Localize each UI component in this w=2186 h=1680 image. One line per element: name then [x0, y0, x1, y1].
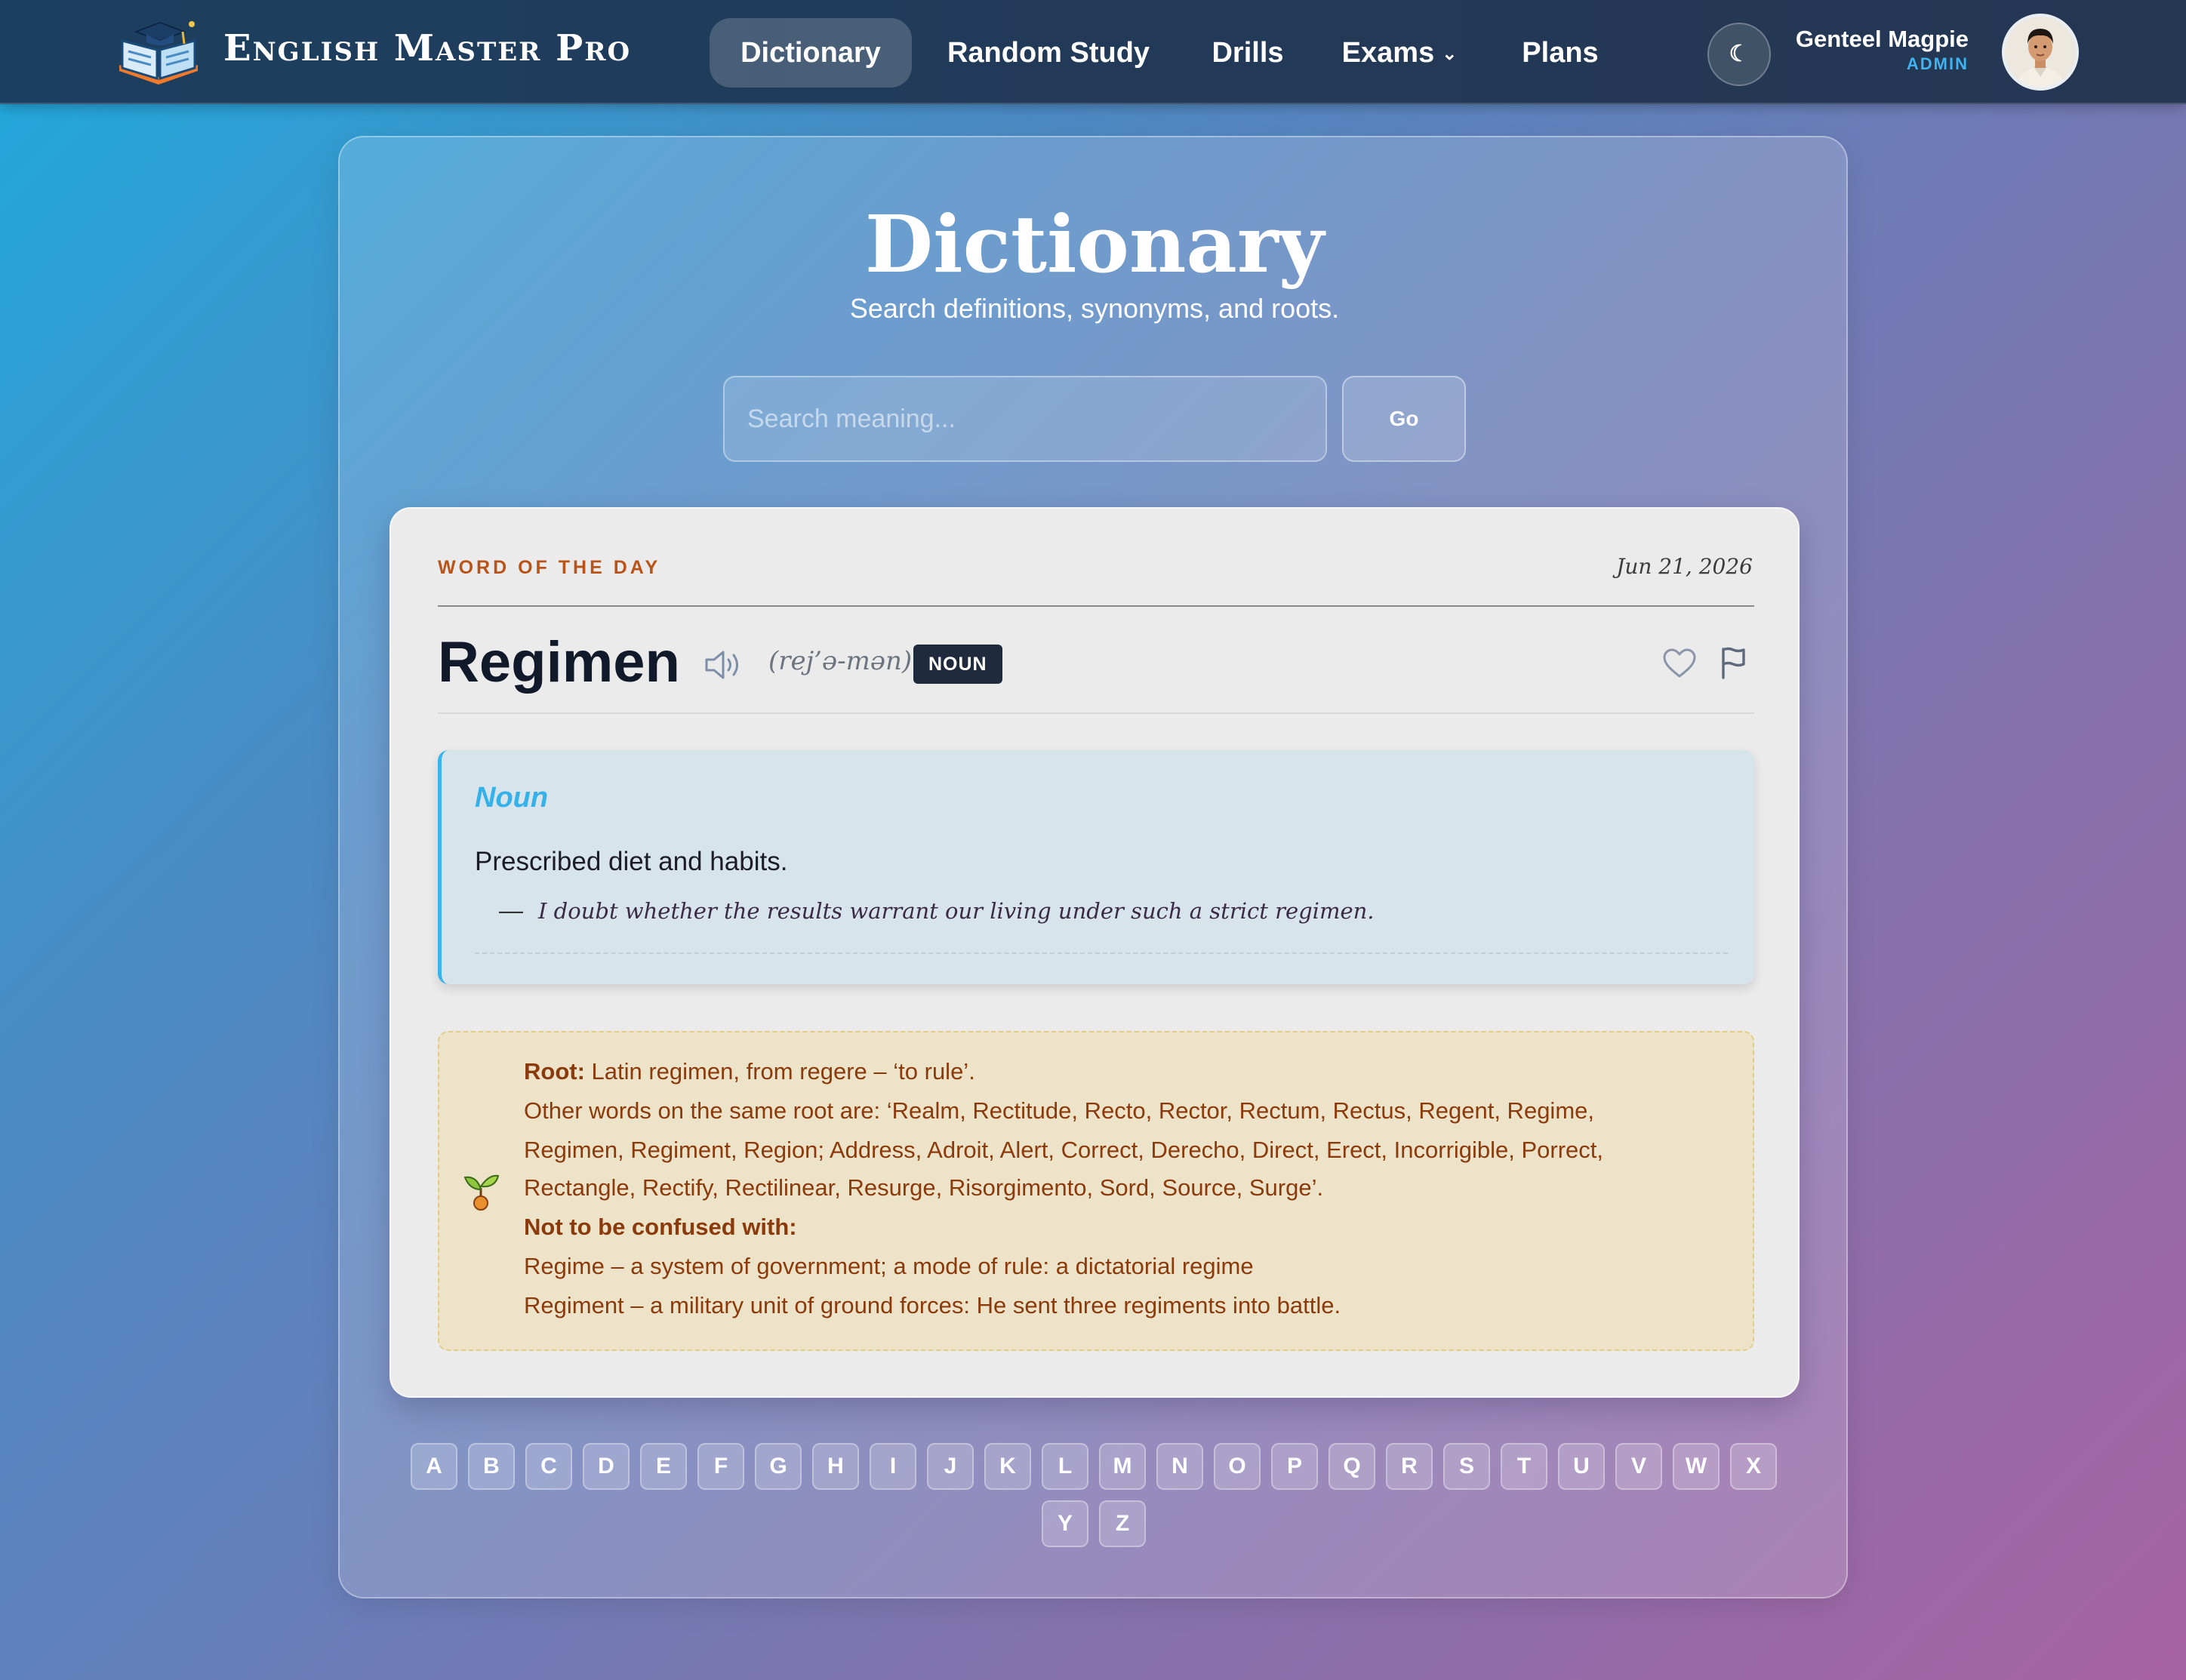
divider [475, 952, 1728, 954]
letter-z[interactable]: Z [1099, 1500, 1146, 1547]
root-text: Latin regimen, from regere – ‘to rule’. [584, 1058, 975, 1085]
sprout-icon [463, 1174, 500, 1211]
letter-y[interactable]: Y [1042, 1500, 1088, 1547]
nav-exams[interactable]: Exams ⌄ [1332, 18, 1467, 88]
confuse-label-text: Not to be confused with: [524, 1214, 797, 1240]
flag-icon[interactable] [1720, 646, 1747, 679]
word-of-the-day-label: WORD OF THE DAY [438, 557, 661, 578]
letter-h[interactable]: H [812, 1443, 859, 1490]
letter-d[interactable]: D [583, 1443, 630, 1490]
letter-q[interactable]: Q [1329, 1443, 1375, 1490]
letter-i[interactable]: I [870, 1443, 916, 1490]
page-subtitle: Search definitions, synonyms, and roots. [849, 293, 1340, 324]
root-etymology-box: Root: Latin regimen, from regere – ‘to r… [438, 1031, 1754, 1351]
nav-random-study[interactable]: Random Study [931, 18, 1165, 88]
related-words-line: Other words on the same root are: ‘Realm… [524, 1097, 1594, 1124]
letter-m[interactable]: M [1099, 1443, 1146, 1490]
example-dash: — [499, 897, 523, 924]
moon-icon: ☾ [1729, 42, 1750, 66]
letter-u[interactable]: U [1558, 1443, 1605, 1490]
nav-exams-label: Exams [1341, 37, 1435, 69]
letter-j[interactable]: J [927, 1443, 974, 1490]
letter-w[interactable]: W [1673, 1443, 1720, 1490]
confuse-label: Not to be confused with: [524, 1214, 797, 1241]
nav-plans[interactable]: Plans [1504, 18, 1617, 88]
root-label: Root: [524, 1058, 585, 1085]
search-input[interactable] [723, 376, 1327, 462]
user-name: Genteel Magpie [1795, 26, 1969, 52]
letter-s[interactable]: S [1443, 1443, 1490, 1490]
page-title: Dictionary [864, 198, 1325, 291]
user-portrait-icon [2005, 17, 2076, 88]
confuse-item: Regime – a system of government; a mode … [524, 1253, 1254, 1279]
letter-f[interactable]: F [697, 1443, 744, 1490]
letter-x[interactable]: X [1730, 1443, 1777, 1490]
letter-v[interactable]: V [1615, 1443, 1662, 1490]
avatar[interactable] [2002, 14, 2079, 91]
divider [438, 712, 1754, 714]
letter-e[interactable]: E [640, 1443, 687, 1490]
book-graduation-cap-icon[interactable] [113, 18, 204, 86]
root-line: Root: Latin regimen, from regere – ‘to r… [524, 1058, 975, 1085]
letter-o[interactable]: O [1214, 1443, 1261, 1490]
letter-r[interactable]: R [1386, 1443, 1433, 1490]
pronunciation: (rej’ə-mən) [768, 646, 913, 676]
top-navbar: English Master Pro Dictionary Random Stu… [0, 0, 2186, 104]
letter-a[interactable]: A [411, 1443, 457, 1490]
chevron-down-icon: ⌄ [1442, 43, 1458, 64]
definition-text: Prescribed diet and habits. [475, 847, 788, 876]
letter-p[interactable]: P [1271, 1443, 1318, 1490]
go-button[interactable]: Go [1342, 376, 1466, 462]
user-role-badge: ADMIN [1906, 54, 1969, 73]
part-of-speech-badge: NOUN [913, 645, 1002, 684]
brand-title[interactable]: English Master Pro [223, 27, 631, 69]
confuse-item: Regiment – a military unit of ground for… [524, 1292, 1341, 1318]
letter-b[interactable]: B [468, 1443, 515, 1490]
letter-n[interactable]: N [1156, 1443, 1203, 1490]
example-sentence: I doubt whether the results warrant our … [538, 898, 1375, 924]
letter-g[interactable]: G [755, 1443, 802, 1490]
nav-drills[interactable]: Drills [1191, 18, 1304, 88]
nav-dictionary[interactable]: Dictionary [710, 18, 912, 88]
word-title: Regimen [438, 630, 680, 694]
letter-l[interactable]: L [1042, 1443, 1088, 1490]
heart-icon[interactable] [1662, 648, 1697, 679]
definition-box: Noun Prescribed diet and habits. — I dou… [438, 750, 1754, 984]
letter-t[interactable]: T [1501, 1443, 1547, 1490]
word-of-the-day-card: WORD OF THE DAY Jun 21, 2026 Regimen (re… [389, 507, 1800, 1398]
word-of-the-day-date: Jun 21, 2026 [1616, 554, 1753, 579]
letter-k[interactable]: K [984, 1443, 1031, 1490]
divider [438, 605, 1754, 607]
dictionary-panel: Dictionary Search definitions, synonyms,… [338, 136, 1848, 1598]
related-words-line: Regimen, Regiment, Region; Address, Adro… [524, 1137, 1604, 1163]
related-words-line: Rectangle, Rectify, Rectilinear, Resurge… [524, 1174, 1324, 1201]
definition-pos: Noun [475, 782, 549, 814]
letter-c[interactable]: C [525, 1443, 572, 1490]
speaker-icon[interactable] [704, 649, 743, 681]
